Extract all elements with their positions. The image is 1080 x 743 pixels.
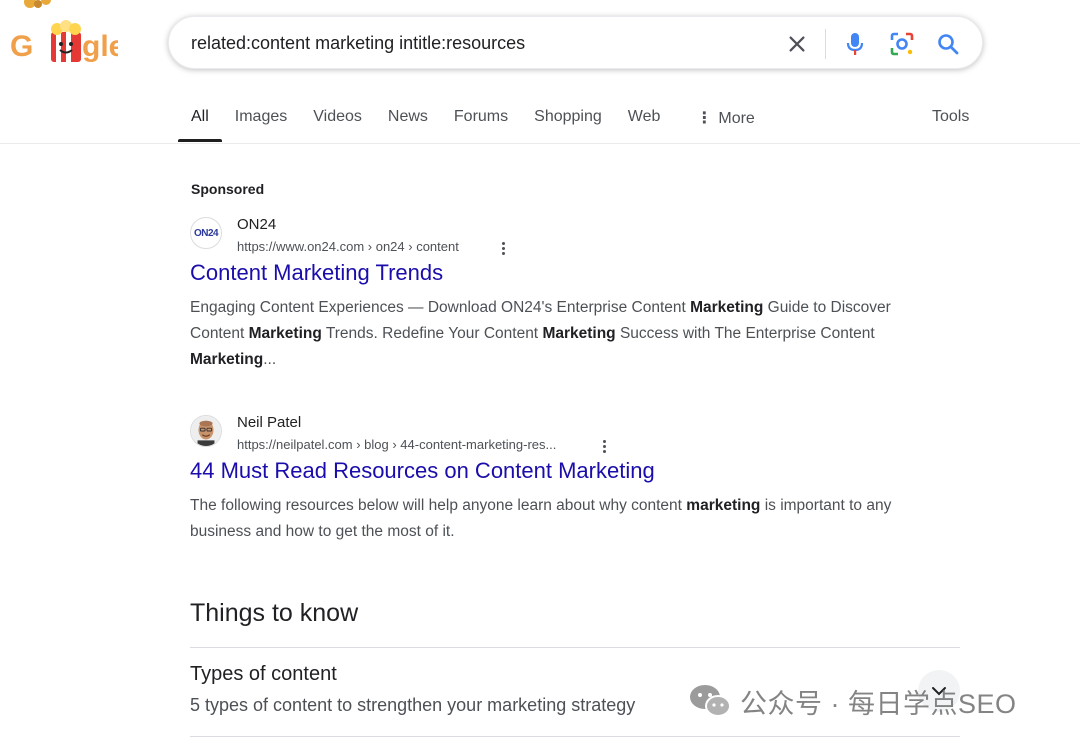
tab-shopping[interactable]: Shopping <box>521 96 615 142</box>
search-divider <box>825 29 826 59</box>
snippet-text: Success with The Enterprise Content <box>615 325 875 342</box>
wechat-icon <box>690 685 731 717</box>
neil-patel-favicon <box>190 415 222 447</box>
svg-text:G: G <box>10 30 33 63</box>
google-logo[interactable]: G gle <box>8 0 125 80</box>
result-url[interactable]: https://www.on24.com › on24 › content <box>237 239 459 254</box>
result-snippet: Engaging Content Experiences — Download … <box>190 295 900 373</box>
things-to-know-item-subtitle: 5 types of content to strengthen your ma… <box>190 695 636 715</box>
search-tabs: All Images Videos News Forums Shopping W… <box>178 96 768 142</box>
tab-forums[interactable]: Forums <box>441 96 521 142</box>
microphone-icon[interactable] <box>841 30 869 58</box>
google-lens-icon[interactable] <box>888 30 916 58</box>
favicon-text: ON24 <box>193 227 219 239</box>
snippet-text: ... <box>263 351 277 368</box>
snippet-keyword: marketing <box>686 497 761 514</box>
more-options-icon[interactable] <box>495 238 511 258</box>
tab-news[interactable]: News <box>375 96 441 142</box>
search-box <box>168 16 983 70</box>
result-snippet: The following resources below will help … <box>190 493 900 545</box>
svg-text:gle: gle <box>82 30 118 63</box>
more-vert-icon: ⋮ <box>696 110 713 127</box>
tools-button[interactable]: Tools <box>932 108 969 126</box>
tabs-divider <box>0 143 1080 144</box>
things-to-know-heading: Things to know <box>190 599 359 627</box>
snippet-text: Trends. Redefine Your Content <box>321 325 543 342</box>
wechat-watermark: 公众号 · 每日学点SEO <box>688 681 1017 721</box>
snippet-keyword: Marketing <box>248 325 322 342</box>
on24-favicon: ON24 <box>190 217 222 249</box>
tab-images[interactable]: Images <box>222 96 300 142</box>
tab-all[interactable]: All <box>178 96 222 142</box>
google-doodle-logo: G gle <box>10 0 125 63</box>
things-to-know-divider <box>190 736 960 737</box>
clear-icon[interactable] <box>783 30 811 58</box>
more-options-icon[interactable] <box>596 436 612 456</box>
search-icon[interactable] <box>934 30 962 58</box>
sponsored-label: Sponsored <box>191 181 265 197</box>
tab-web[interactable]: Web <box>615 96 674 142</box>
snippet-keyword: Marketing <box>690 299 764 316</box>
result-site-name[interactable]: ON24 <box>237 216 276 233</box>
things-to-know-item-title[interactable]: Types of content <box>190 663 337 686</box>
tab-more[interactable]: ⋮ More <box>683 96 767 142</box>
snippet-text: The following resources below will help … <box>190 497 687 514</box>
snippet-text: Engaging Content Experiences — Download … <box>190 299 691 316</box>
things-to-know-divider <box>190 647 960 648</box>
watermark-text: 公众号 · 每日学点SEO <box>740 688 1017 719</box>
search-input[interactable] <box>191 17 761 70</box>
avatar <box>191 416 221 446</box>
snippet-keyword: Marketing <box>190 351 264 368</box>
tab-videos[interactable]: Videos <box>300 96 375 142</box>
result-title-link[interactable]: Content Marketing Trends <box>190 260 443 286</box>
result-site-name[interactable]: Neil Patel <box>237 414 301 431</box>
result-url[interactable]: https://neilpatel.com › blog › 44-conten… <box>237 437 556 452</box>
result-title-link[interactable]: 44 Must Read Resources on Content Market… <box>190 458 655 484</box>
snippet-keyword: Marketing <box>542 325 616 342</box>
tab-more-label: More <box>718 110 755 127</box>
